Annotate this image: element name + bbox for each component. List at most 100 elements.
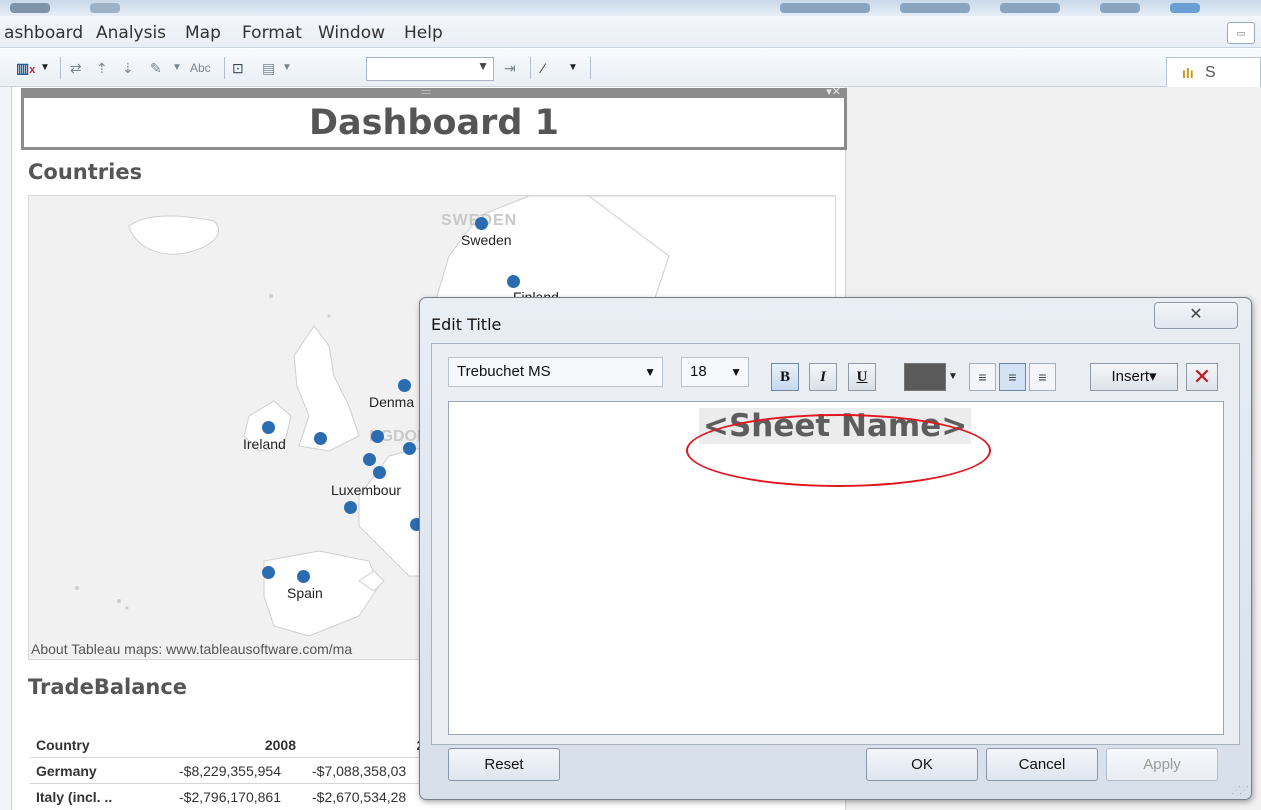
window-top-strip xyxy=(0,0,1261,16)
chevron-down-icon[interactable]: ▼ xyxy=(40,58,50,78)
table-cell: Germany xyxy=(36,763,97,779)
map-label-luxembourg: Luxembour xyxy=(331,482,402,498)
menu-bar: ashboard Analysis Map Format Window Help… xyxy=(0,16,1261,48)
map-marker-spain[interactable] xyxy=(297,570,310,583)
toolbar: ▥x ▼ ⇄ ⇡ ⇣ ✎ ▼ Abc ⊡ ▤ ▼ ▼ ⇥ ⁄ ▼ xyxy=(0,49,1261,87)
map-marker-germany[interactable] xyxy=(403,442,416,455)
map-marker-france[interactable] xyxy=(344,501,357,514)
align-center-icon: ≡ xyxy=(1008,369,1017,385)
map-label-sweden: Sweden xyxy=(461,232,512,248)
highlight-pen-icon[interactable]: ⁄ xyxy=(542,58,544,78)
menu-help[interactable]: Help xyxy=(404,23,443,43)
sheet-tab[interactable]: ılı S xyxy=(1166,57,1261,87)
resize-grip-icon[interactable]: ⋰⋰ xyxy=(1231,785,1249,796)
edit-title-dialog: Edit Title ✕ Trebuchet MS ▼ 18 ▼ B I U ▼… xyxy=(419,297,1252,800)
clear-formatting-button[interactable]: ✕ xyxy=(1186,363,1218,391)
app-window: ashboard Analysis Map Format Window Help… xyxy=(0,0,1261,810)
clear-sheet-icon[interactable]: ▥x xyxy=(16,58,35,78)
toolbar-separator xyxy=(224,57,225,79)
map-marker-luxembourg[interactable] xyxy=(373,466,386,479)
chevron-down-icon[interactable]: ▼ xyxy=(477,59,489,73)
sheet-tab-label: S xyxy=(1205,64,1216,81)
pin-icon[interactable]: ⇥ xyxy=(504,58,516,78)
bold-button[interactable]: B xyxy=(771,363,799,391)
chevron-down-icon[interactable]: ▼ xyxy=(568,58,578,78)
cancel-button[interactable]: Cancel xyxy=(986,748,1098,781)
insert-button[interactable]: Insert▾ xyxy=(1090,363,1178,391)
align-left-button[interactable]: ≡ xyxy=(969,363,996,391)
align-left-icon: ≡ xyxy=(978,369,987,385)
fit-width-combo[interactable]: ▼ xyxy=(366,57,494,81)
chevron-down-icon[interactable]: ▼ xyxy=(948,363,960,391)
font-family-select[interactable]: Trebuchet MS ▼ xyxy=(448,357,663,387)
swap-icon[interactable]: ⇄ xyxy=(70,58,82,78)
menu-map[interactable]: Map xyxy=(185,23,221,43)
dialog-content: Trebuchet MS ▼ 18 ▼ B I U ▼ ≡ ≡ ≡ Insert… xyxy=(431,343,1240,745)
annotation-ellipse xyxy=(686,414,991,487)
map-marker-uk[interactable] xyxy=(314,432,327,445)
menu-format[interactable]: Format xyxy=(242,23,302,43)
toolbar-separator xyxy=(590,57,591,79)
dialog-title: Edit Title xyxy=(431,315,502,334)
font-size-value: 18 xyxy=(690,363,707,380)
clear-x-icon: ✕ xyxy=(1192,364,1212,389)
table-cell: -$8,229,355,954 xyxy=(179,763,281,779)
table-cell: Italy (incl. .. xyxy=(36,789,113,805)
menu-analysis[interactable]: Analysis xyxy=(96,23,166,43)
table-divider xyxy=(30,783,460,784)
table-divider xyxy=(30,757,460,758)
chevron-down-icon: ▼ xyxy=(730,365,742,379)
italic-button[interactable]: I xyxy=(809,363,837,391)
ok-button[interactable]: OK xyxy=(866,748,978,781)
drag-handle-icon[interactable]: :::::::::: xyxy=(421,89,432,96)
menu-window[interactable]: Window xyxy=(318,23,385,43)
map-marker-belgium[interactable] xyxy=(363,453,376,466)
column-header-country: Country xyxy=(36,737,90,753)
map-attribution-link[interactable]: About Tableau maps: www.tableausoftware.… xyxy=(31,641,352,657)
chevron-down-icon: ▼ xyxy=(644,365,656,379)
map-marker-netherlands[interactable] xyxy=(371,430,384,443)
table-cell: -$2,670,534,28 xyxy=(312,789,407,805)
align-center-button[interactable]: ≡ xyxy=(999,363,1026,391)
bar-chart-icon: ılı xyxy=(1182,65,1194,81)
attach-icon[interactable]: ✎ xyxy=(150,58,162,78)
dashboard-title-box[interactable]: Dashboard 1 xyxy=(21,98,847,150)
countries-title: Countries xyxy=(28,160,143,184)
fit-icon[interactable]: ▤ xyxy=(262,58,275,78)
close-button[interactable]: ✕ xyxy=(1154,302,1238,329)
map-marker-ireland[interactable] xyxy=(262,421,275,434)
map-marker-finland[interactable] xyxy=(507,275,520,288)
map-marker-portugal[interactable] xyxy=(262,566,275,579)
table-cell: -$2,796,170,861 xyxy=(179,789,281,805)
title-grip-bar[interactable]: :::::::::: ▾✕ xyxy=(21,85,847,98)
toolbar-separator xyxy=(530,57,531,79)
underline-button[interactable]: U xyxy=(848,363,876,391)
close-icon[interactable]: ▾✕ xyxy=(826,85,841,98)
column-header-2008: 2008 xyxy=(264,737,296,753)
window-mode-button[interactable]: ▭ xyxy=(1227,22,1255,44)
label-text-icon[interactable]: Abc xyxy=(190,58,211,78)
table-cell: -$7,088,358,03 xyxy=(312,763,407,779)
chevron-down-icon[interactable]: ▼ xyxy=(282,58,292,78)
sort-descending-icon[interactable]: ⇣ xyxy=(122,58,134,78)
align-right-icon: ≡ xyxy=(1038,369,1047,385)
toolbar-separator xyxy=(60,57,61,79)
close-icon: ✕ xyxy=(1189,306,1203,323)
text-color-button[interactable] xyxy=(904,363,946,391)
font-family-value: Trebuchet MS xyxy=(457,363,551,380)
apply-button[interactable]: Apply xyxy=(1106,748,1218,781)
sort-ascending-icon[interactable]: ⇡ xyxy=(96,58,108,78)
font-size-select[interactable]: 18 ▼ xyxy=(681,357,749,387)
reset-button[interactable]: Reset xyxy=(448,748,560,781)
tradebalance-title: TradeBalance xyxy=(28,675,188,699)
align-right-button[interactable]: ≡ xyxy=(1029,363,1056,391)
map-label-ireland: Ireland xyxy=(243,436,286,452)
map-marker-sweden[interactable] xyxy=(475,217,488,230)
menu-dashboard[interactable]: ashboard xyxy=(4,23,83,43)
map-marker-denmark[interactable] xyxy=(398,379,411,392)
dashboard-title: Dashboard 1 xyxy=(309,103,559,143)
chevron-down-icon[interactable]: ▼ xyxy=(172,58,182,78)
presentation-icon[interactable]: ⊡ xyxy=(232,58,244,78)
map-label-denmark: Denma xyxy=(369,394,415,410)
left-panel-edge xyxy=(0,87,12,810)
